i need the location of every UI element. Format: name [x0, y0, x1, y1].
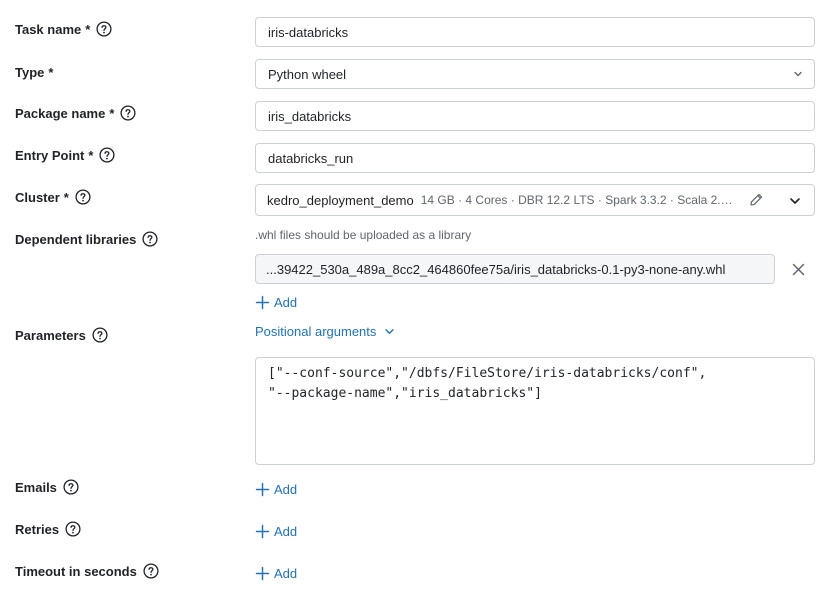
plus-icon	[255, 566, 270, 581]
package-name-input[interactable]: iris_databricks	[255, 101, 815, 131]
entry-point-input[interactable]: databricks_run	[255, 143, 815, 173]
parameters-textarea[interactable]: ["--conf-source","/dbfs/FileStore/iris-d…	[255, 357, 815, 465]
help-icon[interactable]	[96, 21, 112, 37]
type-select[interactable]: Python wheel	[255, 59, 815, 89]
help-icon[interactable]	[75, 189, 91, 205]
add-email-button[interactable]: Add	[255, 482, 297, 497]
add-library-button[interactable]: Add	[255, 295, 297, 310]
timeout-label: Timeout in seconds	[15, 563, 159, 579]
cluster-label: Cluster *	[15, 189, 91, 205]
help-icon[interactable]	[92, 327, 108, 343]
task-name-input[interactable]: iris-databricks	[255, 17, 815, 47]
help-icon[interactable]	[142, 231, 158, 247]
add-retry-button[interactable]: Add	[255, 524, 297, 539]
retries-label: Retries	[15, 521, 81, 537]
chevron-down-icon	[385, 329, 395, 334]
cluster-select[interactable]: kedro_deployment_demo 14 GB · 4 Cores · …	[255, 184, 815, 216]
chevron-down-icon	[794, 71, 802, 77]
help-icon[interactable]	[63, 479, 79, 495]
plus-icon	[255, 482, 270, 497]
dependent-libraries-label: Dependent libraries	[15, 231, 158, 247]
help-icon[interactable]	[99, 147, 115, 163]
plus-icon	[255, 524, 270, 539]
parameters-mode-dropdown[interactable]: Positional arguments	[255, 324, 395, 339]
library-path: ...39422_530a_489a_8cc2_464860fee75a/iri…	[266, 261, 726, 277]
plus-icon	[255, 295, 270, 310]
emails-label: Emails	[15, 479, 79, 495]
task-name-label: Task name *	[15, 21, 112, 37]
library-item[interactable]: ...39422_530a_489a_8cc2_464860fee75a/iri…	[255, 254, 775, 284]
help-icon[interactable]	[65, 521, 81, 537]
add-timeout-button[interactable]: Add	[255, 566, 297, 581]
entry-point-label: Entry Point *	[15, 147, 115, 163]
cluster-details: 14 GB · 4 Cores · DBR 12.2 LTS · Spark 3…	[420, 193, 733, 207]
parameters-label: Parameters	[15, 327, 108, 343]
type-label: Type *	[15, 65, 54, 80]
library-hint: .whl files should be uploaded as a libra…	[255, 228, 472, 242]
help-icon[interactable]	[143, 563, 159, 579]
chevron-down-icon[interactable]	[788, 194, 802, 208]
close-icon[interactable]	[791, 262, 806, 277]
help-icon[interactable]	[120, 105, 136, 121]
package-name-label: Package name *	[15, 105, 136, 121]
pencil-icon[interactable]	[749, 192, 764, 207]
